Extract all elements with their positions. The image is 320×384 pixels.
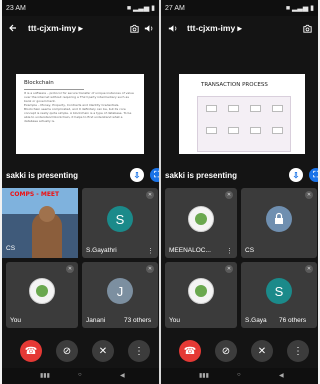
meeting-header: ttt-cjxm-imy ▸ [2, 16, 159, 40]
others-tile[interactable]: ✕ J Janani 73 others [82, 262, 158, 328]
fullscreen-icon[interactable]: ⛶ [309, 168, 318, 182]
diagram-node [272, 105, 283, 112]
presenting-bar: sakki is presenting ⇩ ⛶ [161, 166, 318, 184]
slide-title: Blockchain [24, 80, 54, 86]
camera-switch-icon[interactable] [300, 21, 314, 35]
pin-icon[interactable]: ⇩ [289, 168, 303, 182]
diagram-node [250, 105, 261, 112]
end-call-button[interactable]: ☎ [179, 340, 201, 362]
participant-name: S.Gayathri [86, 247, 117, 254]
end-call-button[interactable]: ☎ [20, 340, 42, 362]
speaker-icon[interactable] [165, 21, 179, 35]
mic-off-icon[interactable]: ✕ [92, 340, 114, 362]
system-nav-bar: ▮▮▮ ○ ◀ [161, 368, 318, 384]
arrow-left-icon[interactable] [6, 21, 20, 35]
avatar-letter: J [116, 283, 124, 299]
slide-bullet: Blockchain seems complicated, and it def… [24, 107, 132, 123]
mic-off-icon: ✕ [146, 265, 154, 273]
self-tile[interactable]: ✕ You [6, 262, 78, 328]
mic-off-icon: ✕ [305, 191, 313, 199]
participant-name: Janani [86, 317, 106, 324]
avatar-letter: S [115, 211, 125, 227]
diagram-node [228, 105, 239, 112]
back-icon[interactable]: ◀ [279, 372, 284, 379]
camera-off-icon[interactable]: ⊘ [215, 340, 237, 362]
participant-camera-feed[interactable]: COMPS - MEET CS [2, 188, 78, 258]
participant-name: CS [245, 247, 255, 254]
right-meeting-pane: 27 AM ■ ▂▃▅ ▮ ttt-cjxm-imy ▸ TRANSACTION… [161, 0, 318, 384]
participant-head [39, 206, 55, 222]
home-icon[interactable]: ○ [78, 372, 82, 378]
participant-tile[interactable]: ✕ CS [241, 188, 317, 258]
more-vert-icon[interactable]: ⋮ [287, 340, 309, 362]
back-icon[interactable]: ◀ [120, 372, 125, 379]
participant-name: S.Gaya [245, 317, 267, 324]
left-meeting-pane: 23 AM ■ ▂▃▅ ▮ ttt-cjxm-imy ▸ Blockchain … [2, 0, 159, 384]
meeting-code[interactable]: ttt-cjxm-imy ▸ [28, 23, 83, 34]
diagram-node [228, 127, 239, 134]
home-icon[interactable]: ○ [237, 372, 241, 378]
diagram-node [206, 127, 217, 134]
participant-name: MEENALOC... [169, 247, 211, 254]
lock-icon [266, 206, 292, 232]
slide-body: It is a software – protocol for secure t… [24, 91, 134, 123]
self-name: You [169, 317, 180, 324]
mic-off-icon: ✕ [305, 265, 313, 273]
backdrop-banner-text: COMPS - MEET [10, 191, 60, 198]
participant-avatar: J [107, 278, 133, 304]
meeting-code[interactable]: ttt-cjxm-imy ▸ [187, 23, 242, 34]
slide-divider [24, 89, 84, 90]
mic-off-icon[interactable]: ✕ [251, 340, 273, 362]
status-time: 27 AM [165, 4, 185, 12]
status-time: 23 AM [6, 4, 26, 12]
diagram-node [250, 127, 261, 134]
camera-switch-icon[interactable] [127, 21, 141, 35]
diagram-node [206, 105, 217, 112]
diagram-node [272, 127, 283, 134]
mic-off-icon: ✕ [66, 265, 74, 273]
camera-off-icon[interactable]: ⊘ [56, 340, 78, 362]
college-emblem [188, 278, 214, 304]
status-bar: 23 AM ■ ▂▃▅ ▮ [2, 0, 159, 16]
participant-tile[interactable]: ✕ MEENALOC... ⋮ [165, 188, 237, 258]
meeting-header: ttt-cjxm-imy ▸ [161, 16, 318, 40]
presenting-label: sakki is presenting [6, 170, 79, 180]
shared-slide: Blockchain It is a software – protocol f… [16, 74, 144, 154]
recents-icon[interactable]: ▮▮▮ [199, 372, 209, 379]
participant-avatar: S [107, 206, 133, 232]
recents-icon[interactable]: ▮▮▮ [40, 372, 50, 379]
status-icons: ■ ▂▃▅ ▮ [285, 5, 314, 12]
fullscreen-icon[interactable]: ⛶ [150, 168, 159, 182]
pin-icon[interactable]: ⇩ [130, 168, 144, 182]
others-tile[interactable]: ✕ S S.Gaya 76 others [241, 262, 317, 328]
others-count: 76 others [279, 317, 307, 324]
more-vert-icon[interactable]: ⋮ [128, 340, 150, 362]
presenting-bar: sakki is presenting ⇩ ⛶ [2, 166, 159, 184]
transaction-diagram [197, 96, 291, 152]
system-nav-bar: ▮▮▮ ○ ◀ [2, 368, 159, 384]
status-bar: 27 AM ■ ▂▃▅ ▮ [161, 0, 318, 16]
college-emblem [188, 206, 214, 232]
participant-avatar: S [266, 278, 292, 304]
speaker-icon[interactable] [141, 21, 155, 35]
slide-bullet: It is a software – protocol for secure t… [24, 91, 134, 103]
more-vert-icon[interactable]: ⋮ [226, 247, 233, 255]
college-emblem [29, 278, 55, 304]
participant-tile[interactable]: ✕ S S.Gayathri ⋮ [82, 188, 158, 258]
self-tile[interactable]: ✕ You [165, 262, 237, 328]
participant-name: CS [6, 245, 16, 252]
mic-off-icon: ✕ [146, 191, 154, 199]
split-screen: 23 AM ■ ▂▃▅ ▮ ttt-cjxm-imy ▸ Blockchain … [0, 0, 319, 384]
slide-title: TRANSACTION PROCESS [201, 82, 268, 88]
self-name: You [10, 317, 21, 324]
more-vert-icon[interactable]: ⋮ [147, 247, 154, 255]
others-count: 73 others [124, 317, 152, 324]
avatar-letter: S [274, 283, 284, 299]
status-icons: ■ ▂▃▅ ▮ [126, 5, 155, 12]
shared-slide: TRANSACTION PROCESS [179, 74, 305, 154]
mic-off-icon: ✕ [225, 265, 233, 273]
mic-off-icon: ✕ [225, 191, 233, 199]
presenting-label: sakki is presenting [165, 170, 238, 180]
